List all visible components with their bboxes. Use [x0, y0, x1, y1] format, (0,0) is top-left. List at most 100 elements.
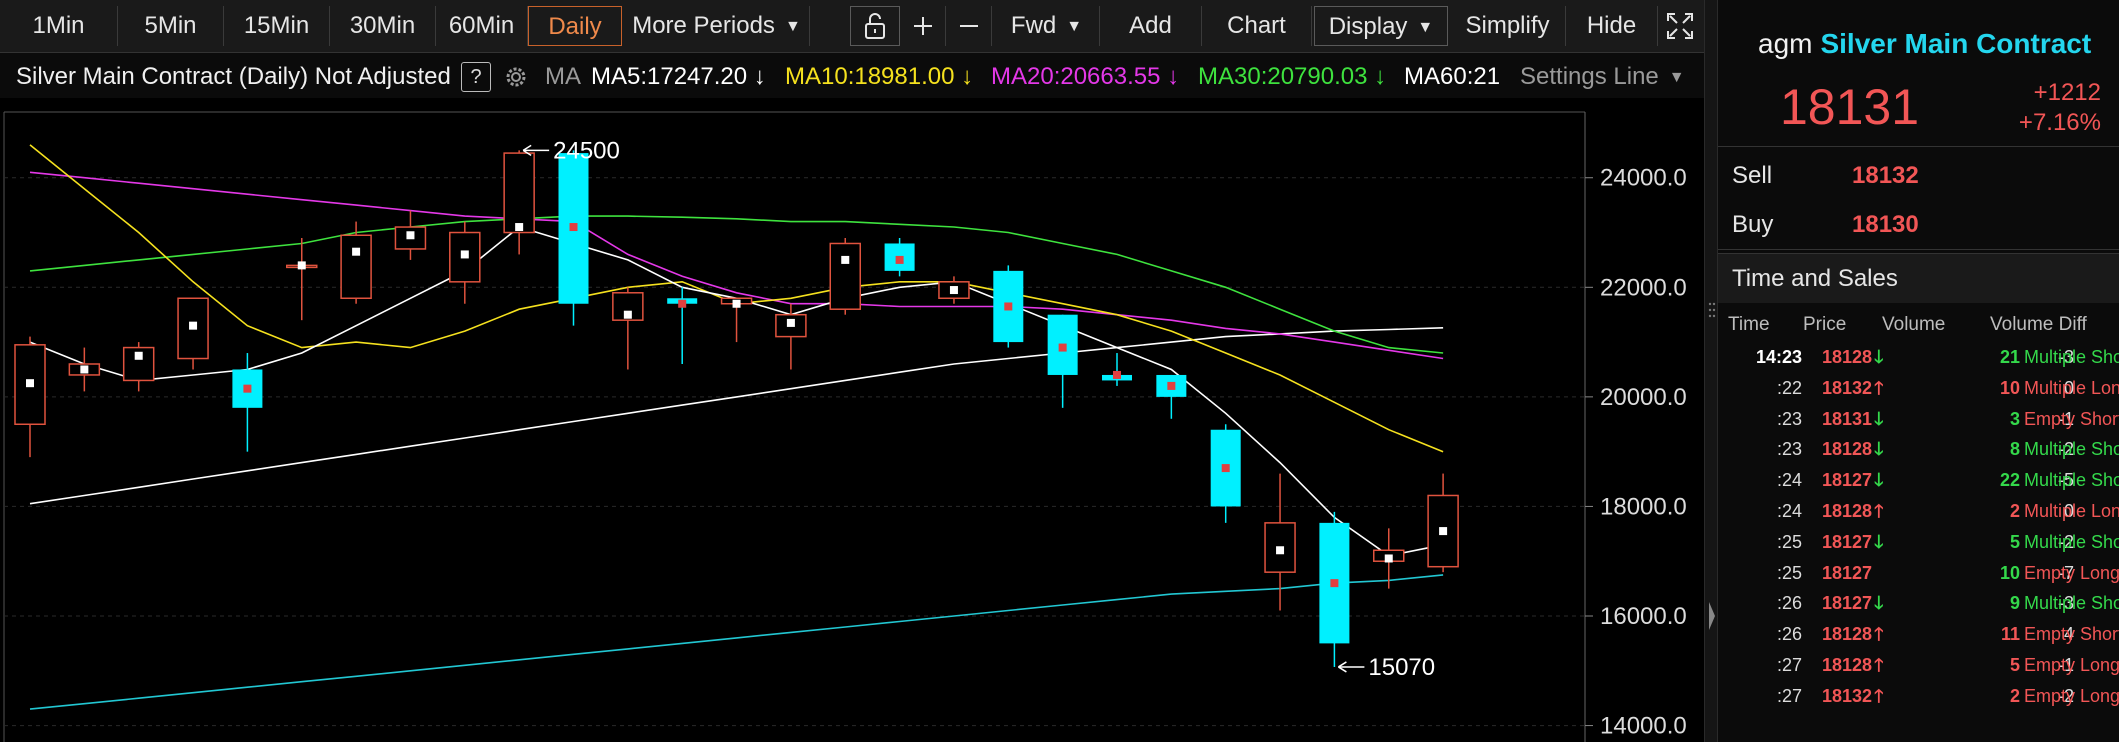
candle [993, 265, 1024, 348]
ma5-value: MA5:17247.20 ↓ [591, 63, 766, 90]
arrow-down-icon: 🡓 [1874, 470, 1884, 491]
period-5min-button[interactable]: 5Min [118, 6, 224, 46]
drag-handle-icon [1708, 302, 1716, 318]
trade-price: 18127 🡓 [1822, 527, 1883, 558]
trade-type: Multiple Long [2024, 501, 2119, 521]
unlock-button[interactable] [850, 6, 900, 46]
settlement-marker [1004, 302, 1013, 311]
trade-row[interactable]: :2618127🡓9-3Multiple Short [1718, 588, 2119, 619]
price-change: +1212 +7.16% [2019, 78, 2101, 138]
settlement-marker [623, 310, 632, 319]
settings-line-label: Settings Line [1520, 63, 1659, 90]
buy-row: Buy 18130 [1718, 201, 2119, 250]
fwd-label: Fwd [1010, 12, 1057, 39]
display-dropdown[interactable]: Display ▼ [1314, 6, 1448, 46]
trade-row[interactable]: :27 18132 🡑 2 -2 Empty Long [1718, 681, 2119, 712]
trade-price-value: 18132 [1822, 377, 1873, 398]
trade-row[interactable]: :2518127🡓5-2Multiple Short [1718, 527, 2119, 558]
trade-price: 18127 🡓 [1822, 588, 1883, 619]
period-1min-button[interactable]: 1Min [0, 6, 118, 46]
trade-time: :26 [1776, 593, 1802, 614]
trade-price-value: 18127 [1822, 531, 1873, 552]
chart-button[interactable]: Chart [1202, 6, 1312, 46]
zoom-out-button[interactable] [946, 6, 992, 46]
trade-price: 18127 🡓 [1822, 465, 1883, 496]
trade-row[interactable]: :2318128🡓8-2Multiple Short [1718, 434, 2119, 465]
arrow-up-icon: 🡑 [1874, 685, 1884, 706]
trade-row[interactable]: :25 18127 10 -7 Empty Long [1718, 558, 2119, 589]
panel-splitter[interactable] [1704, 0, 1718, 742]
trade-price-value: 18128 [1822, 501, 1873, 521]
settings-line-dropdown[interactable]: Settings Line ▼ [1520, 56, 1685, 99]
trade-type: Multiple Short [2024, 593, 2119, 614]
trade-row[interactable]: :23 18131 🡓 3 -1 Empty Short [1718, 404, 2119, 435]
settlement-marker [1276, 546, 1285, 555]
trade-row[interactable]: :27 18128 🡑 5 -1 Empty Long [1718, 650, 2119, 681]
trade-volume: 9 [2009, 593, 2020, 614]
trade-volume: 21 [1999, 347, 2020, 367]
trade-time: :23 [1776, 439, 1802, 460]
last-price: 18131 [1780, 79, 1920, 135]
settlement-marker [569, 223, 578, 232]
zoom-in-button[interactable] [900, 6, 946, 46]
arrow-down-icon: 🡓 [1874, 439, 1884, 460]
candle [177, 297, 209, 370]
trade-row[interactable]: :2218132🡑100Multiple Long [1718, 373, 2119, 404]
caret-down-icon: ▼ [784, 18, 801, 35]
trade-price: 18127 [1822, 558, 1874, 589]
add-button[interactable]: Add [1100, 6, 1202, 46]
settlement-marker [949, 286, 958, 295]
trade-price: 18132 🡑 [1822, 681, 1883, 712]
trade-row[interactable]: :2418128🡑20Multiple Long [1718, 496, 2119, 527]
trade-time: :24 [1776, 501, 1802, 521]
settlement-marker [1330, 579, 1339, 588]
symbol-name: Silver Main Contract [1820, 28, 2092, 59]
trade-price-value: 18127 [1822, 593, 1873, 614]
candle-body [503, 152, 535, 234]
ma20-value: MA20:20663.55 ↓ [991, 63, 1180, 90]
plus-icon [913, 17, 932, 35]
arrow-down-icon: 🡓 [1874, 531, 1884, 552]
settlement-marker [297, 261, 306, 270]
change-percent: +7.16% [2018, 109, 2101, 136]
ma30-value: MA30:20790.03 ↓ [1198, 63, 1387, 90]
settlement-marker [189, 321, 198, 330]
header-volume-diff: Volume Diff [1990, 314, 2087, 335]
period-15min-button[interactable]: 15Min [224, 6, 330, 46]
period-60min-button[interactable]: 60Min [436, 6, 528, 46]
trade-time: :26 [1776, 624, 1802, 645]
trade-type: Empty Short [2024, 408, 2119, 429]
fwd-dropdown[interactable]: Fwd ▼ [994, 6, 1100, 46]
buy-label: Buy [1732, 211, 1774, 238]
trade-type: Multiple Short [2024, 470, 2119, 491]
trade-volume: 5 [2009, 655, 2020, 675]
collapse-arrow-icon[interactable] [1707, 596, 1717, 636]
axis-tick-label: 16000.0 [1600, 603, 1687, 630]
trade-row[interactable]: :26 18128 🡑 11 4 Empty Short [1718, 619, 2119, 650]
trade-price: 18132 🡑 [1822, 373, 1883, 404]
trade-row[interactable]: 14:2318128🡓21-3Multiple Short [1718, 342, 2119, 373]
time-and-sales-title: Time and Sales [1718, 253, 2119, 303]
trade-price-value: 18127 [1822, 562, 1873, 583]
help-button[interactable]: ? [461, 62, 491, 92]
simplify-button[interactable]: Simplify [1450, 6, 1566, 46]
indicator-bar: Silver Main Contract (Daily) Not Adjuste… [0, 56, 1704, 98]
buy-price: 18130 [1852, 211, 1919, 238]
candle-body [340, 234, 372, 300]
candlestick-chart[interactable]: 24000.0 22000.0 20000.0 18000.0 16000.0 14000… [0, 98, 1704, 742]
trade-row[interactable]: :2418127🡓22-5Multiple Short [1718, 465, 2119, 496]
trade-price-value: 18127 [1822, 470, 1873, 491]
fullscreen-button[interactable] [1658, 6, 1702, 46]
settlement-marker [352, 247, 361, 256]
trade-time: :27 [1776, 685, 1802, 706]
candle [884, 238, 915, 277]
hide-button[interactable]: Hide [1566, 6, 1658, 46]
trade-price-value: 18132 [1822, 685, 1873, 706]
symbol-code: agm [1758, 28, 1813, 59]
more-periods-dropdown[interactable]: More Periods ▼ [624, 6, 810, 46]
trade-volume: 22 [1999, 470, 2020, 491]
trade-time: :25 [1776, 562, 1802, 583]
trade-price-value: 18128 [1822, 655, 1873, 675]
period-30min-button[interactable]: 30Min [330, 6, 436, 46]
period-daily-button[interactable]: Daily [528, 6, 622, 46]
